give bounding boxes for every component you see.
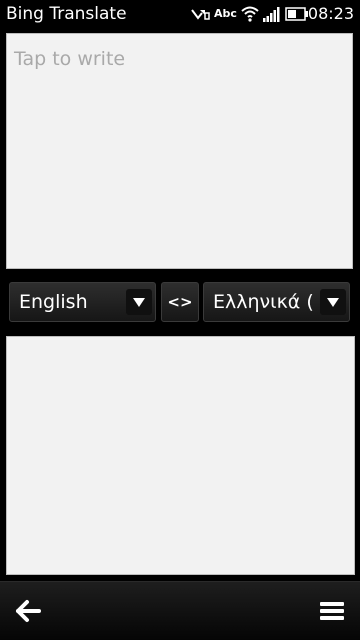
- battery-icon: [285, 7, 309, 21]
- bottom-toolbar: [0, 581, 360, 640]
- target-language-label: Ελληνικά (: [213, 291, 314, 313]
- chevron-down-icon: [133, 298, 145, 307]
- status-bar: Bing Translate Abc 08:23: [0, 0, 360, 28]
- menu-button[interactable]: [314, 596, 350, 626]
- back-arrow-icon: [16, 600, 41, 622]
- source-dropdown-button[interactable]: [126, 289, 152, 315]
- menu-icon: [320, 602, 344, 620]
- back-button[interactable]: [10, 596, 46, 626]
- status-icons: Abc: [190, 4, 309, 24]
- source-language-label: English: [19, 291, 88, 313]
- missed-message-icon: [190, 7, 210, 21]
- target-language-select[interactable]: Ελληνικά (: [203, 282, 350, 322]
- input-placeholder: Tap to write: [14, 48, 126, 70]
- signal-icon: [262, 6, 281, 22]
- clock: 08:23: [307, 4, 354, 23]
- language-selector-row: English <> Ελληνικά (: [0, 280, 360, 325]
- app-title: Bing Translate: [6, 4, 127, 24]
- wifi-icon: [241, 6, 259, 22]
- input-mode-indicator: Abc: [214, 7, 237, 20]
- target-dropdown-button[interactable]: [320, 289, 346, 315]
- swap-languages-button[interactable]: <>: [161, 282, 199, 322]
- input-text-area[interactable]: Tap to write: [6, 33, 353, 269]
- output-text-area: [6, 336, 355, 575]
- chevron-down-icon: [327, 298, 339, 307]
- screen: Bing Translate Abc 08:23 Tap to write En…: [0, 0, 360, 640]
- source-language-select[interactable]: English: [9, 282, 156, 322]
